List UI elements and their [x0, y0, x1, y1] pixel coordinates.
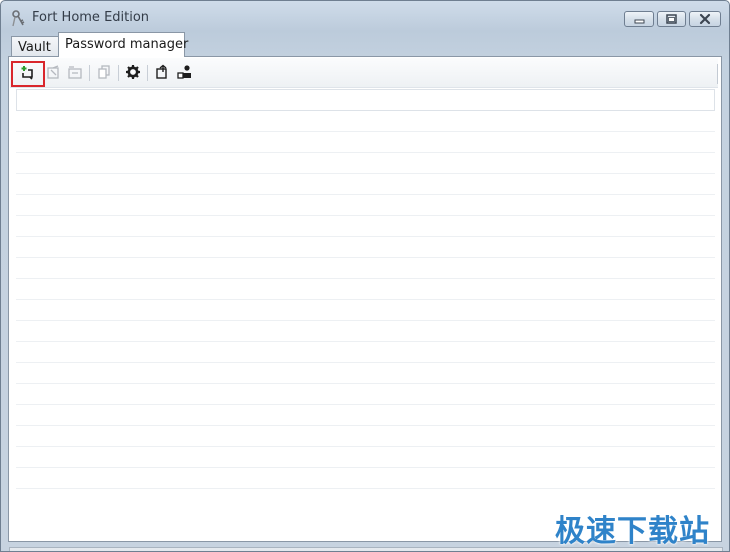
client-area: Vault Password manager [8, 32, 723, 551]
toolbar-edge [717, 64, 718, 84]
toolbar-separator [147, 65, 148, 81]
tab-password-manager[interactable]: Password manager [58, 32, 189, 57]
tab-label: Vault [18, 40, 51, 55]
export-button[interactable] [152, 62, 172, 82]
list-item[interactable] [16, 111, 715, 132]
list-item[interactable] [16, 132, 715, 153]
settings-gear-icon [126, 65, 140, 79]
toolbar [10, 58, 718, 88]
list-item[interactable] [16, 216, 715, 237]
users-icon [177, 65, 191, 79]
list-item[interactable] [16, 405, 715, 426]
list-item[interactable] [16, 468, 715, 489]
maximize-icon [666, 14, 677, 24]
list-item[interactable] [16, 384, 715, 405]
delete-entry-icon [68, 66, 82, 79]
settings-button[interactable] [123, 62, 143, 82]
copy-button[interactable] [94, 62, 114, 82]
password-list[interactable] [16, 89, 716, 539]
tab-label: Password manager [65, 37, 189, 52]
export-icon [156, 64, 167, 79]
window-title: Fort Home Edition [32, 10, 150, 25]
tab-vault[interactable]: Vault [11, 36, 61, 57]
close-icon [699, 13, 711, 25]
add-entry-button[interactable] [18, 62, 38, 82]
toolbar-separator [118, 65, 119, 81]
add-entry-icon [21, 66, 33, 80]
close-button[interactable] [689, 11, 721, 27]
list-item[interactable] [16, 342, 715, 363]
copy-icon [98, 65, 110, 79]
toolbar-separator [89, 65, 90, 81]
list-item[interactable] [16, 447, 715, 468]
title-bar[interactable]: Fort Home Edition [1, 1, 729, 35]
list-item[interactable] [16, 363, 715, 384]
watermark-text: 极速下载站 [555, 514, 710, 549]
delete-entry-button[interactable] [65, 62, 85, 82]
list-item[interactable] [16, 321, 715, 342]
edit-entry-button[interactable] [43, 62, 63, 82]
list-item[interactable] [16, 237, 715, 258]
edit-entry-icon [47, 65, 59, 79]
list-item[interactable] [16, 300, 715, 321]
password-manager-panel [8, 56, 723, 551]
list-item[interactable] [16, 174, 715, 195]
key-icon [11, 10, 25, 28]
maximize-button[interactable] [657, 11, 686, 27]
users-button[interactable] [175, 62, 195, 82]
app-window: Fort Home Edition Vault Password manager [0, 0, 730, 552]
minimize-icon [634, 19, 645, 24]
list-item[interactable] [16, 279, 715, 300]
list-item[interactable] [16, 426, 715, 447]
minimize-button[interactable] [624, 11, 654, 27]
filter-row[interactable] [16, 89, 715, 111]
list-item[interactable] [16, 258, 715, 279]
list-item[interactable] [16, 195, 715, 216]
list-item[interactable] [16, 153, 715, 174]
